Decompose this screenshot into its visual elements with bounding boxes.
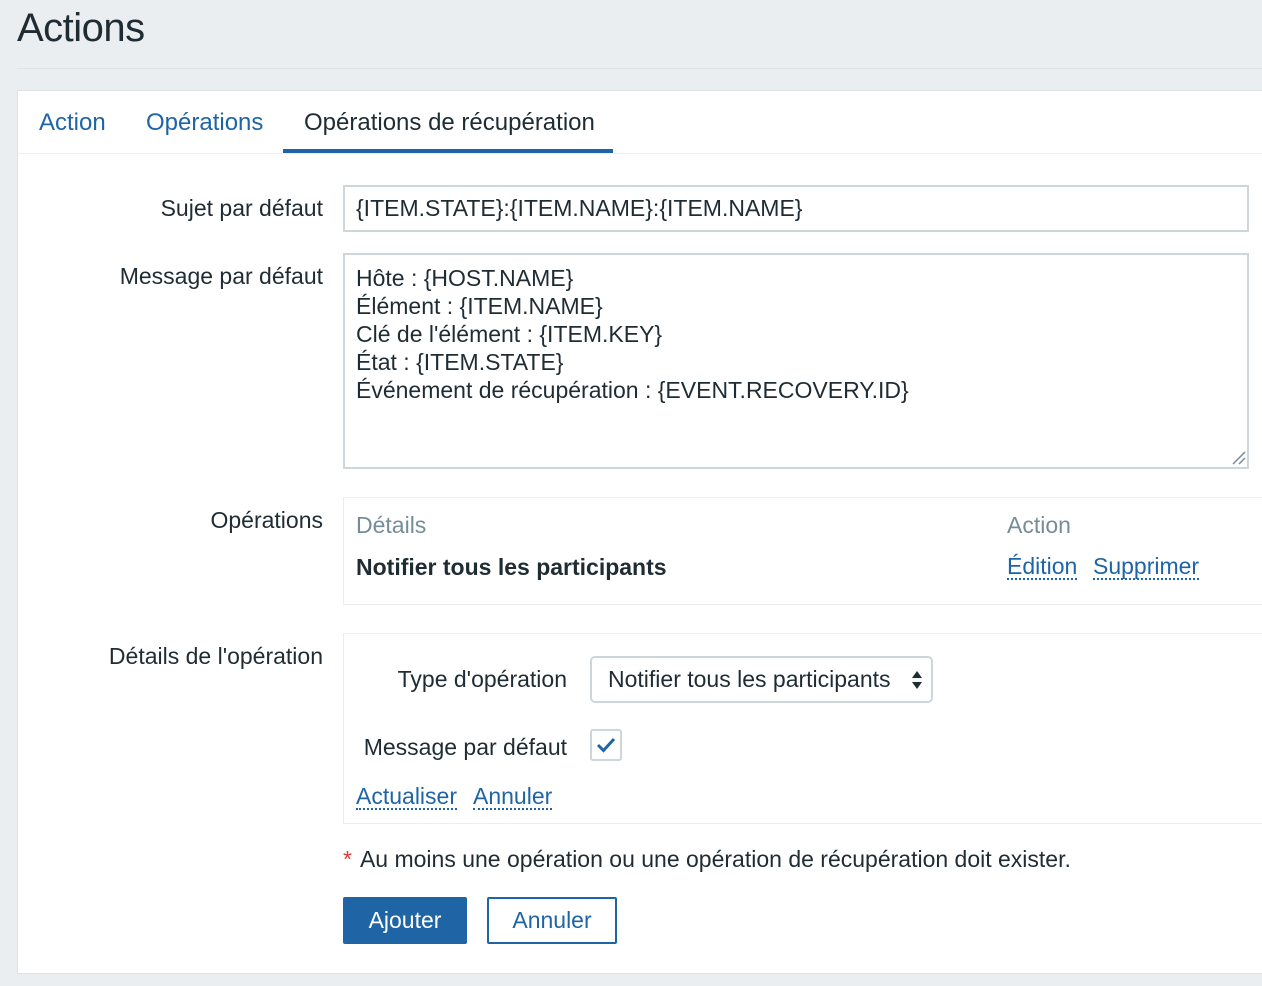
tab-action[interactable]: Action	[39, 91, 106, 154]
action-form-panel: Action Opérations Opérations de récupéra…	[17, 90, 1262, 974]
resize-grip-icon[interactable]	[1230, 449, 1246, 465]
column-header-action: Action	[1007, 512, 1071, 538]
update-operation-link[interactable]: Actualiser	[356, 784, 457, 810]
cancel-button[interactable]: Annuler	[487, 897, 617, 944]
tab-recovery-operations[interactable]: Opérations de récupération	[304, 91, 595, 154]
column-header-details: Détails	[356, 512, 427, 538]
message-textarea[interactable]	[343, 253, 1249, 469]
operation-type-label: Type d'opération	[397, 666, 567, 692]
operation-details-box: Type d'opération Notifier tous les parti…	[343, 633, 1262, 824]
operation-type-select[interactable]: Notifier tous les participants	[590, 656, 933, 703]
active-tab-indicator	[283, 149, 613, 153]
operation-details-cell: Notifier tous les participants	[356, 554, 667, 580]
default-message-label: Message par défaut	[363, 734, 567, 760]
default-message-checkbox[interactable]	[590, 729, 622, 761]
operation-details-label: Détails de l'opération	[108, 643, 323, 669]
operations-table: Détails Action Notifier tous les partici…	[343, 497, 1262, 605]
tab-operations[interactable]: Opérations	[146, 91, 263, 154]
page-title: Actions	[17, 6, 145, 50]
checkmark-icon	[596, 737, 616, 753]
subject-input[interactable]	[343, 185, 1249, 232]
required-hint: * Au moins une opération ou une opération…	[343, 846, 1071, 873]
edit-operation-link[interactable]: Édition	[1007, 554, 1078, 580]
operations-label: Opérations	[210, 507, 323, 533]
tab-bar: Action Opérations Opérations de récupéra…	[18, 91, 1262, 154]
required-hint-text: Au moins une opération ou une opération …	[359, 846, 1071, 872]
operation-type-value: Notifier tous les participants	[608, 666, 891, 692]
subject-label: Sujet par défaut	[160, 195, 323, 221]
add-button[interactable]: Ajouter	[343, 897, 467, 944]
select-arrows-icon	[912, 671, 922, 689]
title-divider	[17, 68, 1262, 69]
message-label: Message par défaut	[119, 263, 323, 289]
required-star: *	[343, 846, 352, 872]
remove-operation-link[interactable]: Supprimer	[1093, 554, 1200, 580]
cancel-operation-link[interactable]: Annuler	[473, 784, 553, 810]
